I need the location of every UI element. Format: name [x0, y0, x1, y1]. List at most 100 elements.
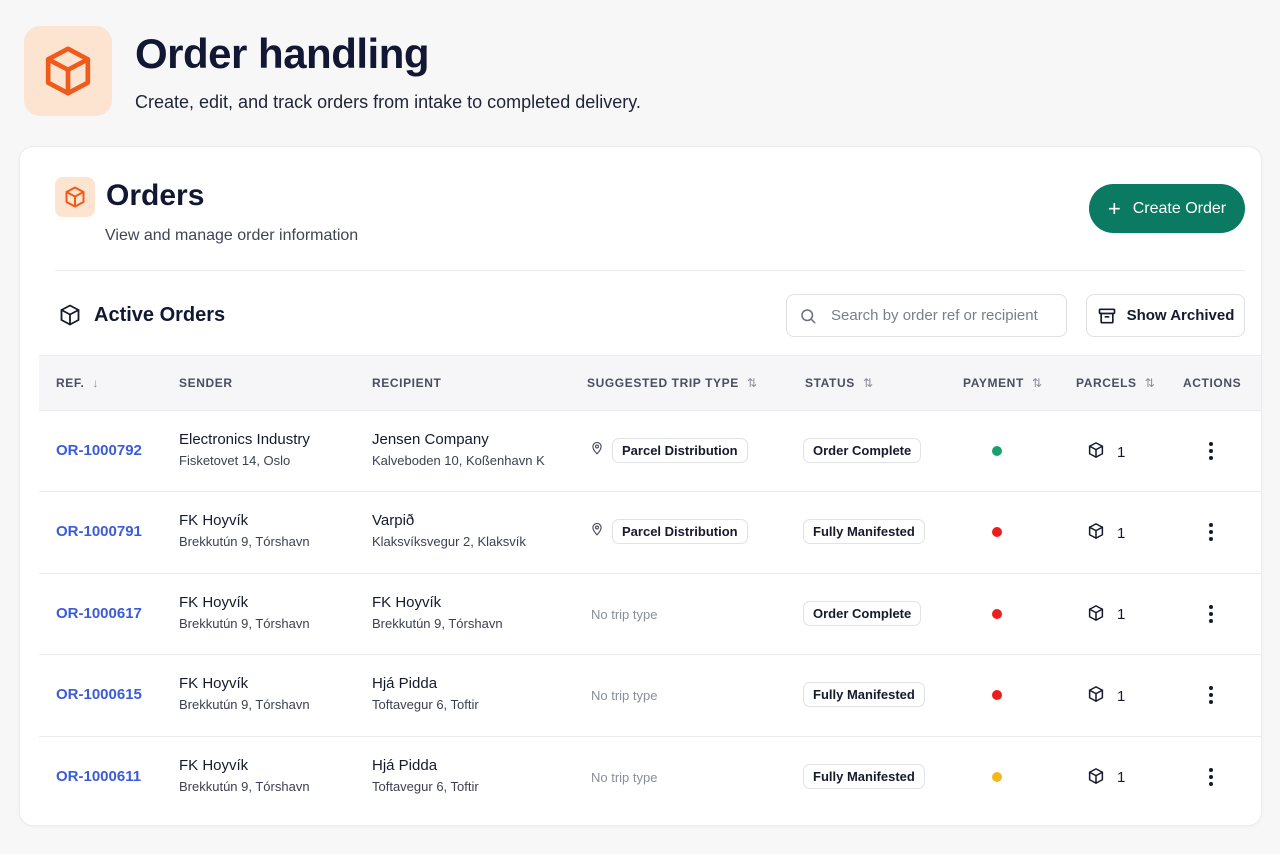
cube-icon	[60, 304, 80, 326]
page-box-icon	[24, 26, 112, 116]
column-trip-type[interactable]: SUGGESTED TRIP TYPE ⇅	[587, 376, 758, 390]
status-badge: Fully Manifested	[803, 763, 925, 789]
sender-name: FK Hoyvík	[179, 593, 249, 611]
table-header: REF. ↓ SENDER RECIPIENT SUGGESTED TRIP TY…	[39, 355, 1261, 411]
status-badge: Fully Manifested	[803, 519, 925, 545]
parcels-cell: 1	[1087, 685, 1125, 707]
sender-address: Fisketovet 14, Oslo	[179, 453, 291, 468]
more-actions-icon[interactable]	[1203, 520, 1219, 544]
location-pin-icon	[590, 521, 604, 542]
column-payment[interactable]: PAYMENT ⇅	[963, 376, 1043, 390]
sender-address: Brekkutún 9, Tórshavn	[179, 778, 310, 794]
parcels-cell: 1	[1087, 441, 1125, 463]
recipient-name: Hjá Pidda	[372, 675, 438, 693]
search-input[interactable]	[831, 307, 1051, 324]
column-actions: ACTIONS	[1183, 376, 1242, 390]
cube-icon	[1087, 685, 1105, 707]
sender-cell: Electronics Industry Fisketovet 14, Oslo	[179, 431, 310, 468]
recipient-cell: Jensen Company Kalveboden 10, Koßenhavn K	[372, 431, 545, 468]
create-order-button[interactable]: + Create Order	[1089, 184, 1245, 233]
recipient-cell: Hjá Pidda Toftavegur 6, Toftir	[372, 675, 479, 712]
parcels-cell: 1	[1087, 604, 1125, 626]
more-actions-icon[interactable]	[1203, 683, 1219, 707]
sender-address: Brekkutún 9, Tórshavn	[179, 615, 310, 631]
recipient-cell: Varpið Klaksvíksvegur 2, Klaksvík	[372, 512, 526, 549]
orders-card: Orders View and manage order information…	[19, 146, 1262, 826]
order-ref-link[interactable]: OR-1000615	[56, 686, 142, 703]
order-ref-link[interactable]: OR-1000617	[56, 605, 142, 622]
page-title: Order handling	[135, 30, 430, 77]
more-actions-icon[interactable]	[1203, 602, 1219, 626]
payment-status-dot	[992, 690, 1002, 701]
sender-cell: FK Hoyvík Brekkutún 9, Tórshavn	[179, 594, 310, 631]
table-row[interactable]: OR-1000791 FK Hoyvík Brekkutún 9, Tórshavn…	[39, 492, 1261, 574]
trip-type-badge: Parcel Distribution	[612, 438, 748, 463]
recipient-address: Toftavegur 6, Toftir	[372, 778, 479, 794]
orders-subtitle: View and manage order information	[105, 227, 359, 244]
recipient-cell: Hjá Pidda Toftavegur 6, Toftir	[372, 757, 479, 794]
column-status[interactable]: STATUS ⇅	[805, 376, 873, 390]
parcel-count: 1	[1117, 606, 1126, 624]
active-orders-title: Active Orders	[94, 304, 226, 326]
recipient-address: Kalveboden 10, Koßenhavn K	[372, 453, 545, 468]
sender-name: FK Hoyvík	[179, 756, 249, 774]
status-badge: Order Complete	[803, 600, 922, 626]
show-archived-button[interactable]: Show Archived	[1086, 294, 1245, 337]
create-order-label: Create Order	[1132, 199, 1227, 217]
sender-address: Brekkutún 9, Tórshavn	[179, 534, 310, 550]
column-parcels[interactable]: PARCELS ⇅	[1076, 376, 1155, 390]
recipient-name: FK Hoyvík	[372, 593, 442, 611]
parcels-cell: 1	[1087, 767, 1125, 789]
cube-icon	[1087, 522, 1105, 544]
sender-name: Electronics Industry	[179, 431, 310, 448]
order-ref-link[interactable]: OR-1000792	[56, 442, 142, 459]
payment-status-dot	[992, 446, 1002, 456]
sender-cell: FK Hoyvík Brekkutún 9, Tórshavn	[179, 757, 310, 794]
sort-icon: ⇅	[862, 376, 874, 390]
parcel-count: 1	[1117, 443, 1126, 461]
recipient-name: Jensen Company	[372, 431, 489, 448]
trip-type-badge: Parcel Distribution	[612, 519, 748, 545]
payment-status-dot	[992, 608, 1002, 619]
sort-icon: ⇅	[1144, 376, 1156, 390]
recipient-name: Varpið	[372, 512, 415, 530]
search-box[interactable]	[786, 294, 1067, 337]
parcels-cell: 1	[1087, 522, 1125, 544]
parcel-count: 1	[1117, 769, 1126, 787]
recipient-cell: FK Hoyvík Brekkutún 9, Tórshavn	[372, 594, 503, 631]
more-actions-icon[interactable]	[1203, 439, 1219, 463]
column-ref[interactable]: REF. ↓	[56, 376, 99, 390]
cube-icon	[1087, 604, 1105, 626]
orders-title: Orders	[106, 179, 205, 212]
sort-icon: ⇅	[746, 376, 758, 390]
section-divider	[55, 270, 1245, 271]
sender-name: FK Hoyvík	[179, 675, 249, 693]
status-badge: Order Complete	[803, 438, 922, 463]
sender-name: FK Hoyvík	[179, 512, 249, 530]
show-archived-label: Show Archived	[1126, 307, 1235, 324]
column-recipient: RECIPIENT	[372, 376, 442, 390]
cube-icon	[1087, 441, 1105, 463]
parcel-count: 1	[1117, 687, 1126, 705]
orders-table-body: OR-1000792 Electronics Industry Fisketovet…	[39, 411, 1261, 818]
table-row[interactable]: OR-1000615 FK Hoyvík Brekkutún 9, Tórshavn…	[39, 655, 1261, 737]
order-ref-link[interactable]: OR-1000611	[56, 768, 141, 785]
sender-cell: FK Hoyvík Brekkutún 9, Tórshavn	[179, 675, 310, 712]
recipient-address: Toftavegur 6, Toftir	[372, 697, 479, 713]
recipient-address: Brekkutún 9, Tórshavn	[372, 615, 503, 631]
parcel-count: 1	[1117, 524, 1126, 542]
no-trip-type: No trip type	[591, 606, 658, 622]
trip-type: Parcel Distribution	[590, 438, 748, 463]
table-row[interactable]: OR-1000611 FK Hoyvík Brekkutún 9, Tórshavn…	[39, 737, 1261, 818]
sort-desc-icon: ↓	[92, 376, 100, 390]
sort-icon: ⇅	[1031, 376, 1043, 390]
more-actions-icon[interactable]	[1203, 765, 1219, 789]
order-ref-link[interactable]: OR-1000791	[56, 523, 142, 540]
archive-icon	[1098, 308, 1115, 323]
table-row[interactable]: OR-1000792 Electronics Industry Fisketovet…	[39, 411, 1261, 493]
search-icon	[801, 308, 816, 323]
recipient-name: Hjá Pidda	[372, 756, 438, 774]
table-row[interactable]: OR-1000617 FK Hoyvík Brekkutún 9, Tórshavn…	[39, 574, 1261, 656]
payment-status-dot	[992, 527, 1002, 538]
trip-type: Parcel Distribution	[590, 519, 748, 545]
